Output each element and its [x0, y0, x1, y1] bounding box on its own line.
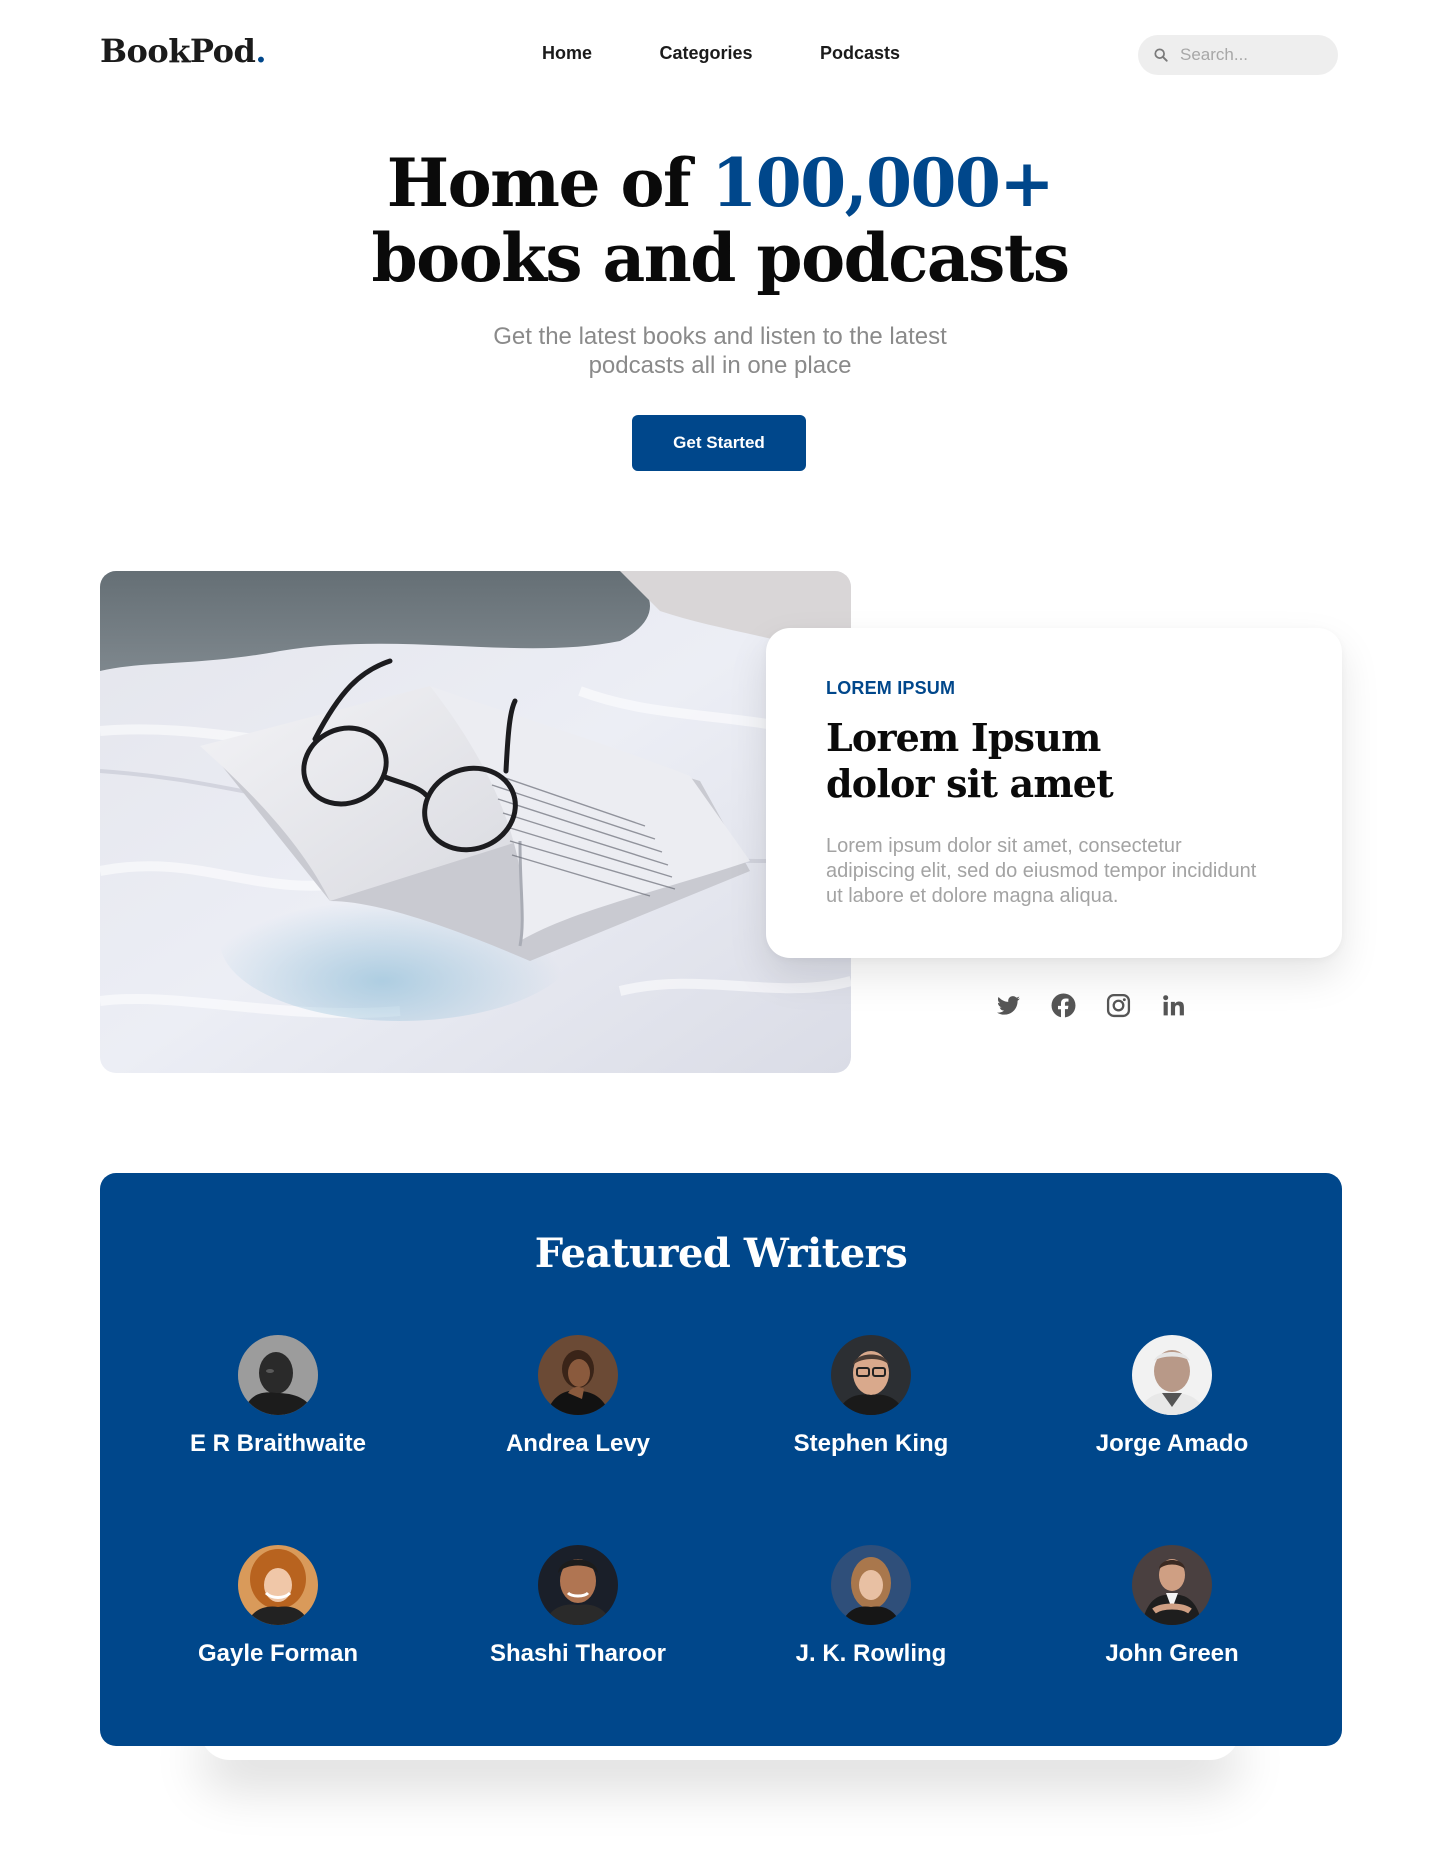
writer-avatar: [1132, 1335, 1212, 1415]
hero-title-line2: books and podcasts: [371, 219, 1070, 297]
writer-avatar: [238, 1545, 318, 1625]
writer-card[interactable]: Shashi Tharoor: [448, 1545, 708, 1668]
nav-item-podcasts[interactable]: Podcasts: [820, 43, 900, 64]
feature-body: Lorem ipsum dolor sit amet, consectetur …: [826, 835, 1257, 907]
hero-title-prefix: Home of: [386, 144, 712, 222]
search-bar[interactable]: [1138, 35, 1338, 75]
writer-card[interactable]: Andrea Levy: [448, 1335, 708, 1458]
nav-item-home[interactable]: Home: [542, 43, 592, 64]
feature-card: LOREM IPSUM Lorem Ipsum dolor sit amet L…: [766, 628, 1342, 958]
hero-title-accent: 100,000+: [711, 144, 1054, 222]
writer-avatar: [831, 1335, 911, 1415]
feature-kicker: LOREM IPSUM: [826, 678, 956, 698]
writer-name: E R Braithwaite: [189, 1430, 367, 1457]
writer-name: Gayle Forman: [197, 1640, 359, 1667]
writer-card[interactable]: John Green: [1042, 1545, 1302, 1668]
search-icon: [1154, 48, 1168, 62]
feature-image: [100, 571, 851, 1073]
facebook-icon[interactable]: [1051, 993, 1076, 1018]
writer-card[interactable]: E R Braithwaite: [148, 1335, 408, 1458]
hero-subtitle: Get the latest books and listen to the l…: [493, 323, 947, 379]
writer-card[interactable]: J. K. Rowling: [741, 1545, 1001, 1668]
writer-card[interactable]: Gayle Forman: [148, 1545, 408, 1668]
writer-name: John Green: [1105, 1640, 1239, 1667]
writer-name: Jorge Amado: [1095, 1430, 1249, 1457]
writer-name: Shashi Tharoor: [489, 1640, 667, 1667]
writer-avatar: [1132, 1545, 1212, 1625]
writer-card[interactable]: Stephen King: [741, 1335, 1001, 1458]
social-links: [996, 993, 1186, 1018]
get-started-button[interactable]: Get Started: [632, 415, 806, 471]
instagram-icon[interactable]: [1106, 993, 1131, 1018]
feature-title: Lorem Ipsum dolor sit amet: [826, 715, 1114, 806]
writer-avatar: [538, 1545, 618, 1625]
hero-title: Home of 100,000+ books and podcasts: [0, 146, 1440, 296]
search-input[interactable]: [1180, 45, 1320, 65]
writer-card[interactable]: Jorge Amado: [1042, 1335, 1302, 1458]
linkedin-icon[interactable]: [1161, 993, 1186, 1018]
featured-writers-title: Featured Writers: [534, 1230, 908, 1277]
writer-name: Andrea Levy: [505, 1430, 651, 1457]
writer-avatar: [831, 1545, 911, 1625]
nav-item-categories[interactable]: Categories: [659, 43, 752, 64]
featured-writers-section: Featured Writers E R Braithwaite Andrea …: [100, 1173, 1342, 1746]
writer-avatar: [238, 1335, 318, 1415]
writer-avatar: [538, 1335, 618, 1415]
twitter-icon[interactable]: [996, 993, 1021, 1018]
writer-name: J. K. Rowling: [795, 1640, 947, 1667]
writer-name: Stephen King: [793, 1430, 949, 1457]
